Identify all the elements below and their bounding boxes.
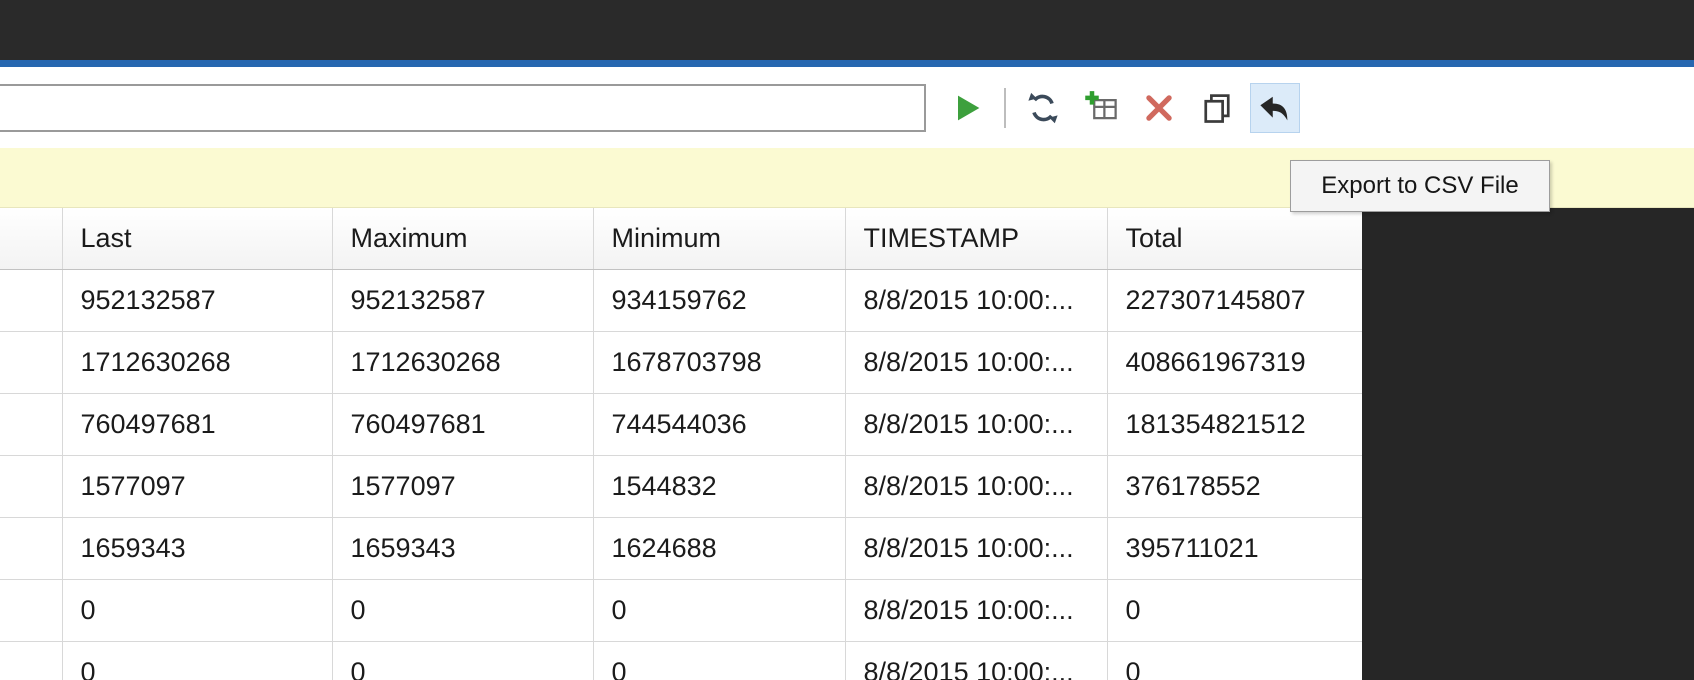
row-selector-column-header[interactable] [0, 208, 63, 270]
grid-cell[interactable]: 952132587 [332, 269, 594, 332]
row-selector[interactable] [0, 517, 63, 580]
grid-cell[interactable]: 0 [62, 641, 333, 680]
accent-line [0, 60, 1694, 67]
table-row: 952132587 952132587 934159762 8/8/2015 10:0… [0, 269, 1362, 332]
row-selector[interactable] [0, 641, 63, 680]
grid-cell[interactable]: 934159762 [593, 269, 846, 332]
results-table: Last Maximum Minimum TIMESTAMP Total 9521325… [0, 208, 1362, 680]
counter-path-input[interactable] [0, 83, 926, 132]
copy-button[interactable] [1192, 83, 1242, 133]
grid-cell[interactable]: 0 [1107, 579, 1362, 642]
play-icon [958, 95, 980, 120]
row-selector[interactable] [0, 579, 63, 642]
grid-cell[interactable]: 952132587 [62, 269, 333, 332]
grid-cell[interactable]: 0 [332, 579, 594, 642]
table-row: 1659343 1659343 1624688 8/8/2015 10:00:... 3… [0, 517, 1362, 580]
grid-cell[interactable]: 1624688 [593, 517, 846, 580]
toolbar [0, 67, 1694, 148]
grid-cell[interactable]: 8/8/2015 10:00:... [845, 641, 1108, 680]
grid-cell[interactable]: 760497681 [62, 393, 333, 456]
grid-cell[interactable]: 760497681 [332, 393, 594, 456]
grid-cell[interactable]: 8/8/2015 10:00:... [845, 331, 1108, 394]
table-row: 1712630268 1712630268 1678703798 8/8/2015 1… [0, 331, 1362, 394]
add-counter-icon [1085, 90, 1117, 119]
grid-cell[interactable]: 395711021 [1107, 517, 1362, 580]
refresh-icon [1028, 92, 1058, 123]
grid-cell[interactable]: 8/8/2015 10:00:... [845, 579, 1108, 642]
row-selector[interactable] [0, 455, 63, 518]
grid-cell[interactable]: 1712630268 [332, 331, 594, 394]
grid-cell[interactable]: 8/8/2015 10:00:... [845, 393, 1108, 456]
grid-body: 952132587 952132587 934159762 8/8/2015 10:0… [0, 269, 1362, 680]
grid-cell[interactable]: 1659343 [332, 517, 594, 580]
grid-cell[interactable]: 8/8/2015 10:00:... [845, 269, 1108, 332]
grid-cell[interactable]: 0 [1107, 641, 1362, 680]
grid-cell[interactable]: 227307145807 [1107, 269, 1362, 332]
copy-icon [1204, 93, 1230, 123]
add-counter-button[interactable] [1076, 83, 1126, 133]
grid-cell[interactable]: 1659343 [62, 517, 333, 580]
grid-cell[interactable]: 408661967319 [1107, 331, 1362, 394]
export-csv-icon [1260, 96, 1288, 120]
grid-cell[interactable]: 181354821512 [1107, 393, 1362, 456]
grid-cell[interactable]: 1577097 [62, 455, 333, 518]
delete-x-icon [1146, 94, 1172, 121]
export-tooltip: Export to CSV File [1290, 160, 1550, 212]
grid-cell[interactable]: 0 [62, 579, 333, 642]
column-header[interactable]: Last [62, 208, 333, 270]
grid-cell[interactable]: 376178552 [1107, 455, 1362, 518]
delete-button[interactable] [1134, 83, 1184, 133]
column-header[interactable]: TIMESTAMP [845, 208, 1108, 270]
table-row: 760497681 760497681 744544036 8/8/2015 10:0… [0, 393, 1362, 456]
export-csv-button[interactable] [1250, 82, 1300, 133]
run-button[interactable] [942, 83, 992, 133]
grid-cell[interactable]: 1712630268 [62, 331, 333, 394]
grid-cell[interactable]: 1544832 [593, 455, 846, 518]
app-window: Last Maximum Minimum TIMESTAMP Total 9521325… [0, 0, 1694, 680]
grid-cell[interactable]: 0 [593, 579, 846, 642]
column-header[interactable]: Minimum [593, 208, 846, 270]
toolbar-separator [1004, 87, 1006, 128]
table-row: 1577097 1577097 1544832 8/8/2015 10:00:... 3… [0, 455, 1362, 518]
column-header[interactable]: Total [1107, 208, 1362, 270]
row-selector[interactable] [0, 269, 63, 332]
grid-cell[interactable]: 1577097 [332, 455, 594, 518]
grid-cell[interactable]: 1678703798 [593, 331, 846, 394]
grid-cell[interactable]: 744544036 [593, 393, 846, 456]
header-row: Last Maximum Minimum TIMESTAMP Total [0, 208, 1362, 270]
background-panel [1362, 208, 1694, 680]
grid-cell[interactable]: 0 [593, 641, 846, 680]
grid-cell[interactable]: 0 [332, 641, 594, 680]
row-selector[interactable] [0, 331, 63, 394]
table-row: 0 0 0 8/8/2015 10:00:... 0 [0, 641, 1362, 680]
results-grid: Last Maximum Minimum TIMESTAMP Total 9521325… [0, 208, 1362, 680]
column-header[interactable]: Maximum [332, 208, 594, 270]
row-selector[interactable] [0, 393, 63, 456]
window-title-bar [0, 0, 1694, 60]
table-row: 0 0 0 8/8/2015 10:00:... 0 [0, 579, 1362, 642]
refresh-button[interactable] [1018, 83, 1068, 133]
grid-cell[interactable]: 8/8/2015 10:00:... [845, 455, 1108, 518]
grid-cell[interactable]: 8/8/2015 10:00:... [845, 517, 1108, 580]
